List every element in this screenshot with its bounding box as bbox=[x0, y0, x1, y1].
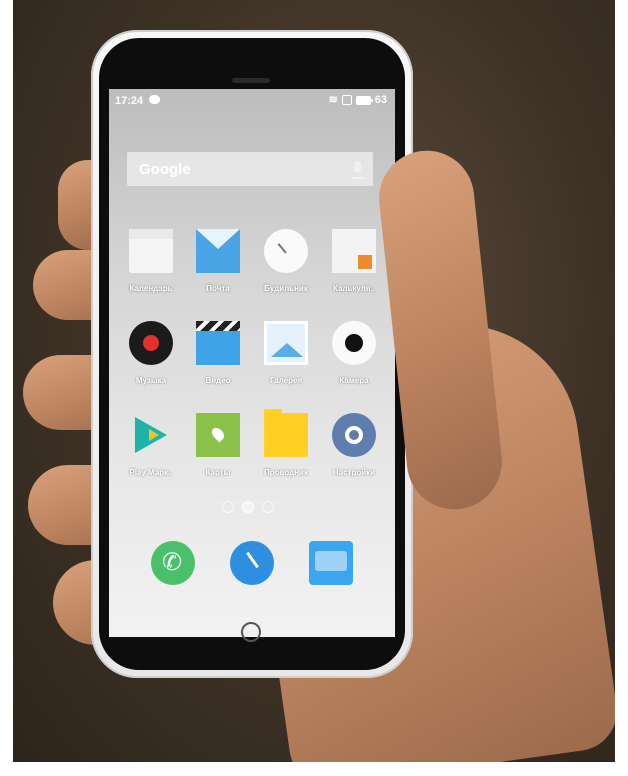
page-dot-active[interactable] bbox=[242, 501, 254, 513]
app-label: Настройки bbox=[332, 468, 376, 477]
app-label: Карты bbox=[205, 468, 231, 477]
status-bar: 17:24 ≋ 63 bbox=[109, 89, 395, 113]
app-label: Будильник bbox=[264, 284, 308, 293]
app-mail[interactable]: Почта bbox=[183, 229, 253, 293]
app-calendar[interactable]: Календарь bbox=[116, 229, 186, 293]
messages-icon[interactable] bbox=[309, 541, 353, 585]
app-label: Калькуля.. bbox=[333, 284, 375, 293]
photo-frame: 17:24 ≋ 63 Google Календарь Почта Будиль… bbox=[0, 0, 628, 776]
app-label: Почта bbox=[206, 284, 230, 293]
sim-icon bbox=[341, 95, 352, 105]
battery-level: 63 bbox=[374, 94, 387, 106]
app-label: Камера bbox=[339, 376, 369, 385]
gallery-icon bbox=[264, 321, 308, 365]
app-file-manager[interactable]: Проводник bbox=[251, 409, 321, 477]
page-dot[interactable] bbox=[262, 501, 274, 513]
app-calculator[interactable]: Калькуля.. bbox=[319, 229, 389, 293]
app-label: Галерея bbox=[269, 376, 303, 385]
home-button[interactable] bbox=[241, 622, 261, 642]
mail-icon bbox=[196, 229, 240, 273]
calendar-icon bbox=[129, 229, 173, 273]
smartphone: 17:24 ≋ 63 Google Календарь Почта Будиль… bbox=[91, 30, 413, 678]
page-dot[interactable] bbox=[222, 501, 234, 513]
app-music[interactable]: Музыка bbox=[116, 321, 186, 385]
app-camera[interactable]: Камера bbox=[319, 321, 389, 385]
maps-icon bbox=[196, 413, 240, 457]
google-logo: Google bbox=[139, 161, 191, 178]
app-label: Календарь bbox=[129, 284, 173, 293]
google-search-bar[interactable]: Google bbox=[127, 152, 373, 186]
status-time: 17:24 bbox=[115, 95, 144, 107]
app-dock bbox=[109, 541, 395, 591]
settings-icon bbox=[332, 413, 376, 457]
app-label: Проводник bbox=[264, 468, 308, 477]
home-screen: 17:24 ≋ 63 Google Календарь Почта Будиль… bbox=[109, 89, 395, 637]
chat-icon bbox=[149, 95, 160, 104]
app-gallery[interactable]: Галерея bbox=[251, 321, 321, 385]
video-icon bbox=[196, 321, 240, 365]
app-alarm[interactable]: Будильник bbox=[251, 229, 321, 293]
app-video[interactable]: Видео bbox=[183, 321, 253, 385]
app-settings[interactable]: Настройки bbox=[319, 413, 389, 477]
calculator-icon bbox=[332, 229, 376, 273]
mic-icon[interactable] bbox=[352, 161, 363, 179]
music-icon bbox=[129, 321, 173, 365]
browser-icon[interactable] bbox=[230, 541, 274, 585]
app-label: Видео bbox=[205, 376, 231, 385]
camera-icon bbox=[332, 321, 376, 365]
app-label: Музыка bbox=[135, 376, 167, 385]
page-indicator bbox=[222, 501, 274, 513]
file-manager-icon bbox=[264, 409, 308, 457]
wifi-icon: ≋ bbox=[328, 93, 338, 106]
phone-icon[interactable] bbox=[151, 541, 195, 585]
app-maps[interactable]: Карты bbox=[183, 413, 253, 477]
app-label: Play Марк.. bbox=[129, 468, 173, 477]
play-store-icon bbox=[129, 413, 173, 457]
photo-background: 17:24 ≋ 63 Google Календарь Почта Будиль… bbox=[13, 0, 615, 762]
status-icons: ≋ 63 bbox=[329, 94, 387, 106]
earpiece-speaker bbox=[232, 78, 270, 83]
clock-icon bbox=[264, 229, 308, 273]
app-play-store[interactable]: Play Марк.. bbox=[116, 413, 186, 477]
battery-icon bbox=[355, 95, 373, 105]
